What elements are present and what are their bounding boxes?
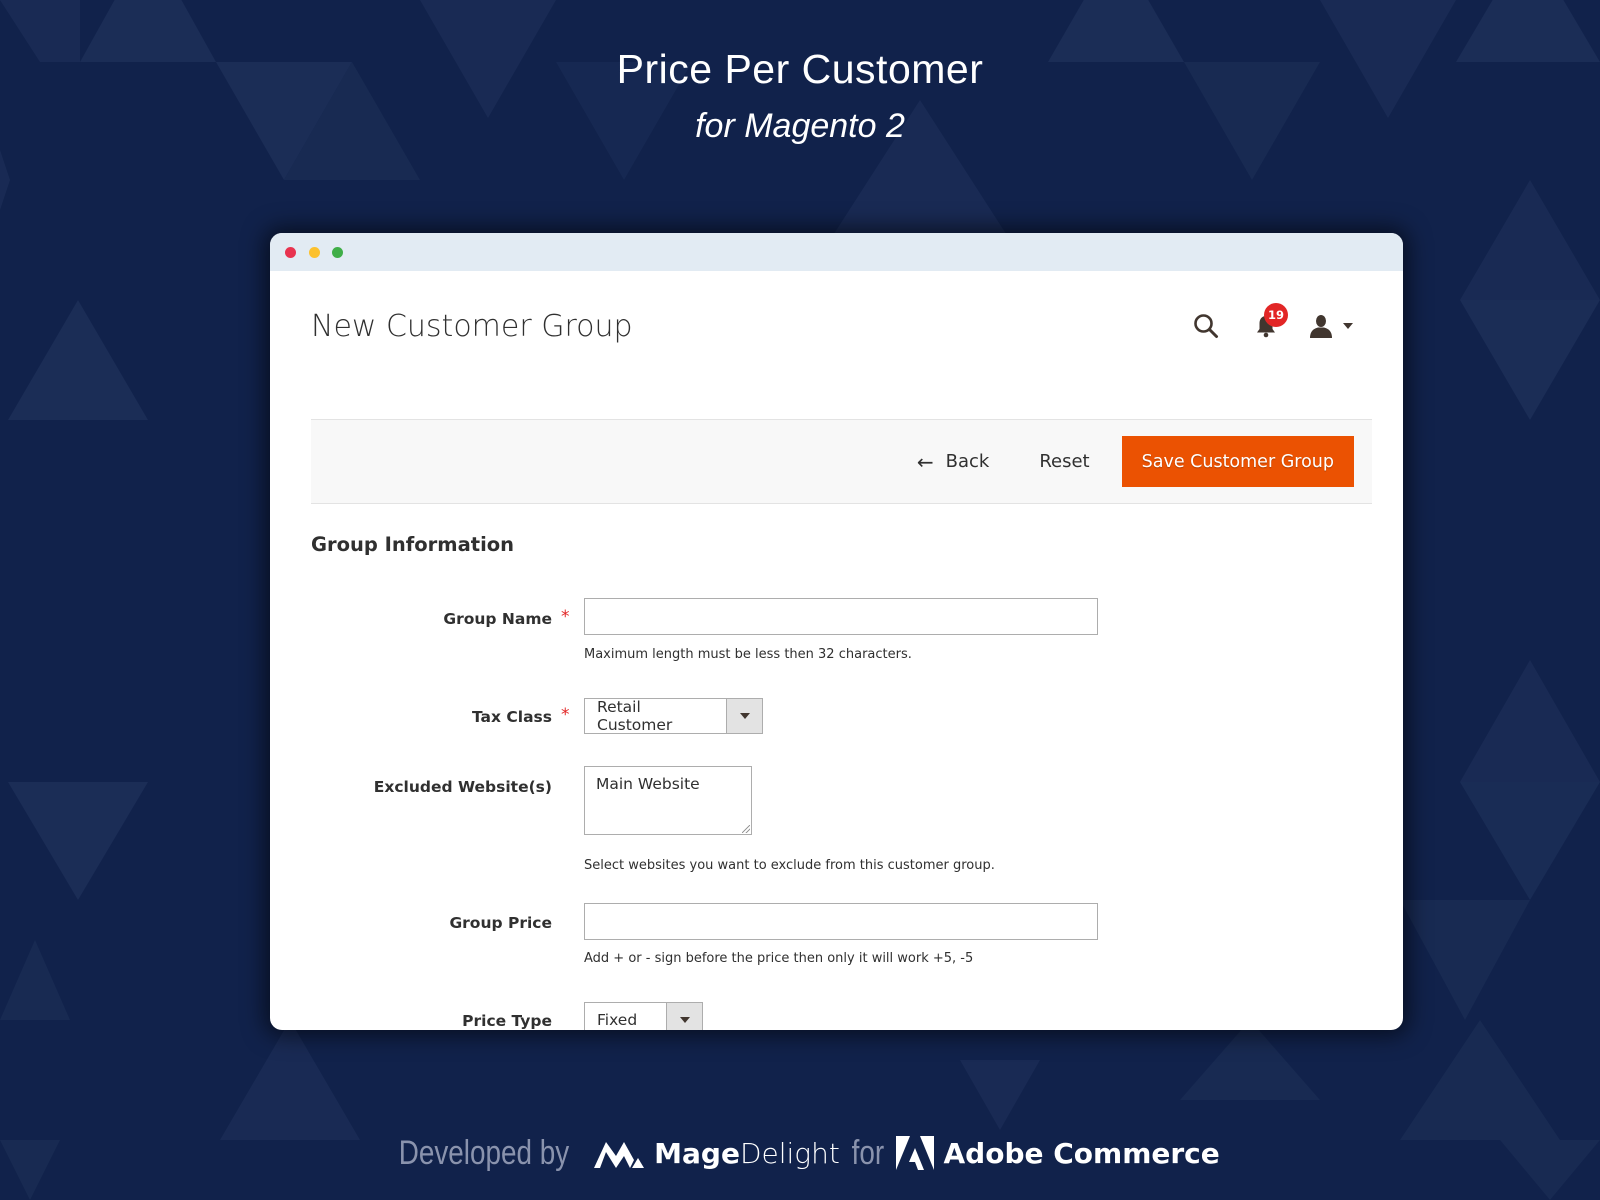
back-button[interactable]: ← Back [901, 436, 1005, 487]
hero-subtitle: for Magento 2 [695, 107, 905, 145]
browser-window: New Customer Group 19 ← Back Reset Save … [270, 233, 1403, 1030]
resize-handle[interactable] [742, 825, 750, 833]
hero-title: Price Per Customer [616, 46, 984, 92]
user-icon [1310, 315, 1332, 338]
price-type-selected-value: Fixed [597, 1011, 638, 1029]
hero-banner: Price Per Customer for Magento 2 [0, 40, 1600, 154]
group-name-label: Group Name [443, 610, 552, 628]
dropdown-arrow-icon [666, 1003, 702, 1030]
tax-class-label: Tax Class [471, 708, 552, 726]
back-button-label: Back [945, 451, 990, 472]
group-name-input[interactable] [584, 598, 1098, 635]
excluded-websites-label: Excluded Website(s) [373, 778, 552, 796]
magedelight-logo-icon [594, 1142, 645, 1168]
notifications-button[interactable]: 19 [1249, 303, 1289, 343]
multiselect-option[interactable]: Main Website [596, 775, 740, 793]
price-type-label: Price Type [462, 1012, 552, 1030]
required-marker: * [561, 705, 570, 725]
window-minimize-button[interactable] [309, 247, 320, 258]
required-marker: * [561, 607, 570, 627]
group-price-note: Add + or - sign before the price then on… [584, 951, 974, 966]
page-actions-bar: ← Back Reset Save Customer Group [311, 419, 1372, 504]
price-type-select[interactable]: Fixed [584, 1002, 703, 1030]
arrow-left-icon: ← [916, 449, 934, 474]
magedelight-brand: MageDelight [654, 1136, 840, 1170]
chevron-down-icon [1343, 323, 1353, 329]
window-close-button[interactable] [285, 247, 296, 258]
admin-header-actions: 19 [1189, 303, 1363, 343]
footer-credits: Developed by MageDelight for Adobe Comme… [0, 1128, 1600, 1178]
section-title: Group Information [311, 533, 515, 556]
search-icon [1194, 314, 1218, 338]
adobe-logo-icon [895, 1136, 934, 1170]
excluded-websites-multiselect[interactable]: Main Website [584, 766, 752, 835]
adobe-commerce-brand: Adobe Commerce [943, 1136, 1220, 1170]
dropdown-arrow-icon [726, 699, 762, 733]
notification-count-badge: 19 [1264, 303, 1289, 327]
user-account-menu[interactable] [1309, 309, 1363, 343]
reset-button[interactable]: Reset [1023, 436, 1105, 487]
group-price-label: Group Price [449, 914, 552, 932]
developed-by-text: Developed by [398, 1133, 570, 1172]
page-title: New Customer Group [311, 309, 633, 344]
tax-class-selected-value: Retail Customer [597, 698, 673, 734]
save-customer-group-button[interactable]: Save Customer Group [1121, 436, 1354, 487]
window-titlebar [270, 233, 1403, 271]
tax-class-select[interactable]: Retail Customer [584, 698, 763, 734]
excluded-websites-note: Select websites you want to exclude from… [584, 858, 995, 873]
search-button[interactable] [1189, 309, 1223, 343]
for-text: for [851, 1133, 884, 1172]
group-name-note: Maximum length must be less then 32 char… [584, 647, 912, 662]
group-price-input[interactable] [584, 903, 1098, 940]
window-maximize-button[interactable] [332, 247, 343, 258]
